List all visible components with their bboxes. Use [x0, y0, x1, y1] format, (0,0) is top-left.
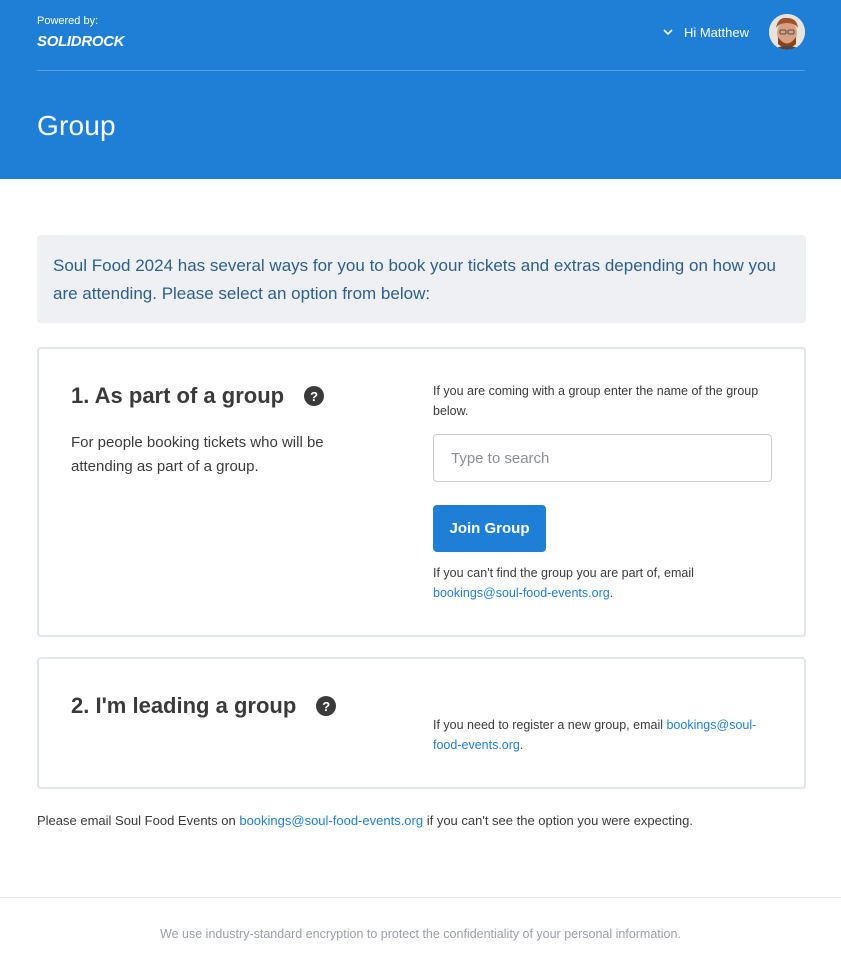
footer-divider: [0, 897, 841, 898]
note-text-end: if you can't see the option you were exp…: [423, 813, 693, 828]
help-icon[interactable]: ?: [304, 386, 325, 406]
hint-text: If you need to register a new group, ema…: [433, 718, 667, 732]
option-lead-group-card: 2. I'm leading a group ? If you need to …: [37, 657, 806, 789]
page-title: Group: [37, 110, 116, 141]
option-title-text: 2. I'm leading a group: [71, 693, 297, 718]
hint-period: .: [519, 738, 524, 752]
option-join-group-card: 1. As part of a group ? For people booki…: [37, 347, 806, 637]
register-group-hint: If you need to register a new group, ema…: [433, 715, 773, 755]
option-title: 2. I'm leading a group ?: [71, 693, 337, 719]
email-link[interactable]: bookings@soul-food-events.org: [433, 586, 610, 600]
avatar[interactable]: [769, 14, 805, 50]
powered-by-label: Powered by:: [37, 15, 99, 27]
option-title-text: 1. As part of a group: [71, 383, 285, 408]
security-footer: We use industry-standard encryption to p…: [160, 927, 681, 941]
contact-note: Please email Soul Food Events on booking…: [37, 813, 693, 828]
hint-text: If you can't find the group you are part…: [433, 566, 694, 580]
intro-message: Soul Food 2024 has several ways for you …: [37, 235, 806, 323]
email-link[interactable]: bookings@soul-food-events.org: [239, 813, 423, 828]
group-not-found-hint: If you can't find the group you are part…: [433, 563, 773, 603]
hint-period: .: [609, 586, 614, 600]
user-greeting[interactable]: Hi Matthew: [684, 25, 749, 40]
solidrock-logo[interactable]: SOLIDROCK: [37, 33, 125, 50]
header: Powered by: SOLIDROCK Hi Matthew Group: [0, 0, 841, 179]
user-menu[interactable]: Hi Matthew: [661, 14, 805, 50]
group-search-input[interactable]: [433, 434, 772, 482]
chevron-down-icon[interactable]: [661, 25, 675, 39]
group-prompt: If you are coming with a group enter the…: [433, 384, 759, 418]
note-text: Please email Soul Food Events on: [37, 813, 240, 828]
option-description: For people booking tickets who will be a…: [71, 434, 324, 475]
option-title: 1. As part of a group ?: [71, 383, 325, 409]
help-icon[interactable]: ?: [316, 696, 337, 716]
join-group-button[interactable]: Join Group: [433, 505, 546, 552]
header-divider: [37, 70, 805, 71]
